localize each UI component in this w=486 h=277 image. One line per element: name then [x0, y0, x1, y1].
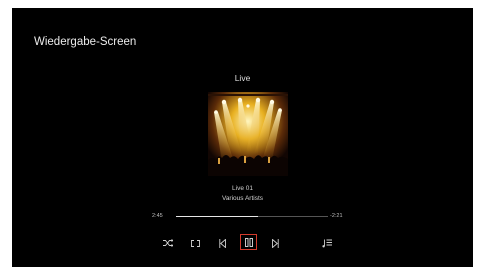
- previous-button[interactable]: [214, 236, 230, 250]
- elapsed-time: 2:45: [152, 213, 163, 219]
- track-title: Live 01: [232, 185, 253, 192]
- shuffle-button[interactable]: [160, 236, 176, 250]
- playback-screen: Wiedergabe-Screen Live Live 01 Various A…: [12, 8, 473, 267]
- page-title: Wiedergabe-Screen: [34, 36, 137, 48]
- pause-icon: [244, 237, 253, 247]
- repeat-button[interactable]: [187, 236, 203, 250]
- pause-button[interactable]: [240, 234, 257, 250]
- next-icon: [271, 238, 279, 248]
- album-art: [208, 92, 288, 176]
- repeat-icon: [190, 239, 200, 247]
- progress-bar[interactable]: [176, 216, 328, 217]
- next-button[interactable]: [267, 236, 283, 250]
- shuffle-icon: [163, 239, 173, 247]
- source-label: Live: [234, 73, 251, 83]
- progress-fill: [176, 216, 259, 217]
- playlist-button[interactable]: [319, 236, 335, 250]
- playlist-icon: [322, 239, 332, 248]
- remaining-time: -2:21: [330, 213, 343, 219]
- previous-icon: [218, 238, 226, 248]
- artist-name: Various Artists: [221, 195, 264, 202]
